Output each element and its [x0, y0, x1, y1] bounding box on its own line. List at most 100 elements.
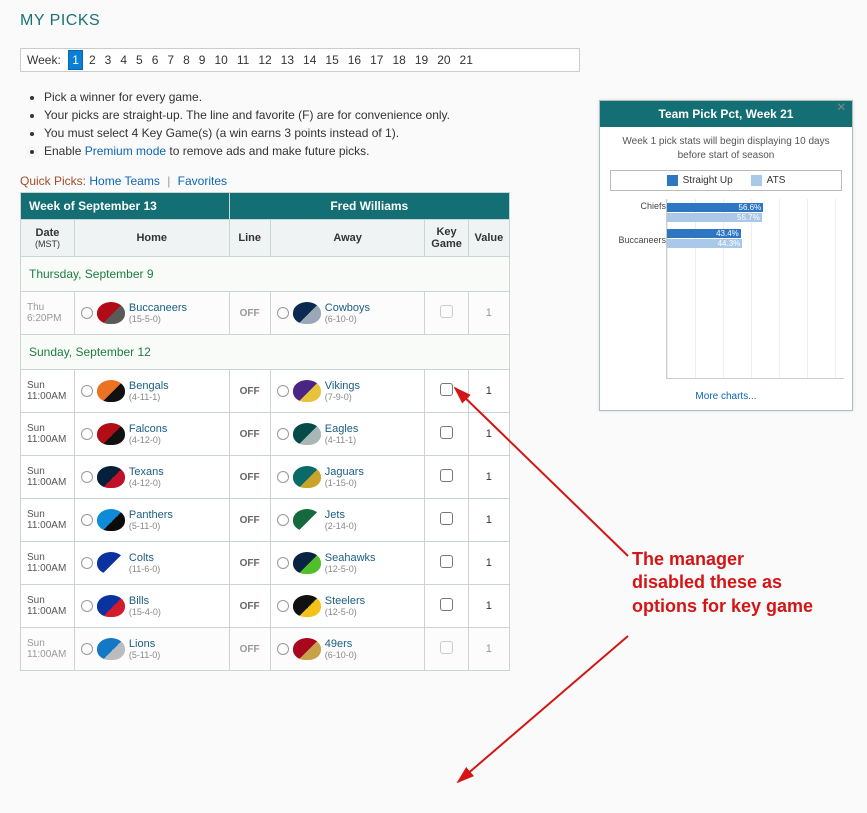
- team-logo-icon: [293, 380, 321, 402]
- week-8[interactable]: 8: [180, 51, 193, 69]
- game-row: Sun11:00AM Lions (5-11-0) OFF 49ers (6-1…: [21, 628, 510, 671]
- week-19[interactable]: 19: [412, 51, 431, 69]
- team-name: Cowboys: [325, 302, 370, 314]
- pick-home-radio[interactable]: [81, 385, 93, 397]
- chart-bar: 44.3%: [667, 239, 742, 248]
- team-name: Buccaneers: [129, 302, 187, 314]
- team-record: (1-15-0): [325, 478, 364, 488]
- game-time: Sun11:00AM: [21, 542, 75, 585]
- chart-y-label: Chiefs: [604, 201, 666, 225]
- chart-legend: Straight Up ATS: [610, 170, 842, 191]
- close-icon[interactable]: ×: [837, 99, 846, 117]
- key-game-checkbox[interactable]: [440, 383, 453, 396]
- annotation-text: The manager disabled these as options fo…: [632, 548, 822, 618]
- week-16[interactable]: 16: [345, 51, 364, 69]
- team-record: (2-14-0): [325, 521, 357, 531]
- week-21[interactable]: 21: [457, 51, 476, 69]
- pick-home-radio[interactable]: [81, 307, 93, 319]
- premium-link[interactable]: Premium mode: [85, 144, 166, 158]
- team-logo-icon: [97, 595, 125, 617]
- col-date: Date (MST): [21, 220, 75, 257]
- more-charts-link[interactable]: More charts...: [695, 391, 756, 402]
- key-game-checkbox: [440, 305, 453, 318]
- team-name: Bengals: [129, 380, 169, 392]
- game-value: 1: [468, 456, 509, 499]
- week-6[interactable]: 6: [149, 51, 162, 69]
- game-time: Sun11:00AM: [21, 456, 75, 499]
- game-row: Sun11:00AM Bengals (4-11-1) OFF Vikings …: [21, 370, 510, 413]
- team-record: (5-11-0): [129, 521, 173, 531]
- week-1[interactable]: 1: [68, 50, 83, 70]
- pick-home-radio[interactable]: [81, 428, 93, 440]
- week-7[interactable]: 7: [164, 51, 177, 69]
- day-header: Sunday, September 12: [21, 335, 510, 370]
- key-game-checkbox[interactable]: [440, 598, 453, 611]
- col-away: Away: [270, 220, 425, 257]
- game-value: 1: [468, 542, 509, 585]
- team-logo-icon: [97, 638, 125, 660]
- week-14[interactable]: 14: [300, 51, 319, 69]
- pick-home-radio[interactable]: [81, 514, 93, 526]
- header-week-of: Week of September 13: [21, 193, 230, 220]
- game-row: Thu6:20PM Buccaneers (15-5-0) OFF Cowboy…: [21, 292, 510, 335]
- week-17[interactable]: 17: [367, 51, 386, 69]
- page-title: MY PICKS: [20, 12, 847, 30]
- pick-home-radio[interactable]: [81, 471, 93, 483]
- pick-away-radio[interactable]: [277, 385, 289, 397]
- week-15[interactable]: 15: [322, 51, 341, 69]
- team-record: (6-10-0): [325, 650, 357, 660]
- pick-away-radio[interactable]: [277, 514, 289, 526]
- week-4[interactable]: 4: [117, 51, 130, 69]
- week-2[interactable]: 2: [86, 51, 99, 69]
- game-line: OFF: [229, 456, 270, 499]
- game-time: Sun11:00AM: [21, 499, 75, 542]
- col-value: Value: [468, 220, 509, 257]
- pick-away-radio[interactable]: [277, 600, 289, 612]
- chart-panel: × Team Pick Pct, Week 21 Week 1 pick sta…: [599, 100, 853, 411]
- team-record: (5-11-0): [129, 650, 160, 660]
- team-name: Colts: [129, 552, 160, 564]
- game-line: OFF: [229, 413, 270, 456]
- day-header: Thursday, September 9: [21, 257, 510, 292]
- quick-picks-favorites[interactable]: Favorites: [178, 174, 227, 188]
- week-18[interactable]: 18: [389, 51, 408, 69]
- week-label: Week:: [27, 53, 61, 67]
- pick-home-radio[interactable]: [81, 557, 93, 569]
- team-name: Texans: [129, 466, 164, 478]
- team-logo-icon: [293, 466, 321, 488]
- team-name: Vikings: [325, 380, 360, 392]
- game-line: OFF: [229, 628, 270, 671]
- week-9[interactable]: 9: [196, 51, 209, 69]
- game-time: Sun11:00AM: [21, 370, 75, 413]
- pick-home-radio[interactable]: [81, 600, 93, 612]
- week-12[interactable]: 12: [255, 51, 274, 69]
- key-game-checkbox[interactable]: [440, 555, 453, 568]
- week-10[interactable]: 10: [211, 51, 230, 69]
- pick-away-radio[interactable]: [277, 643, 289, 655]
- week-5[interactable]: 5: [133, 51, 146, 69]
- team-logo-icon: [293, 552, 321, 574]
- key-game-checkbox[interactable]: [440, 512, 453, 525]
- col-home: Home: [74, 220, 229, 257]
- team-logo-icon: [293, 302, 321, 324]
- quick-picks-home[interactable]: Home Teams: [89, 174, 159, 188]
- header-user: Fred Williams: [229, 193, 509, 220]
- key-game-checkbox[interactable]: [440, 426, 453, 439]
- week-13[interactable]: 13: [278, 51, 297, 69]
- pick-away-radio[interactable]: [277, 428, 289, 440]
- week-11[interactable]: 11: [234, 51, 252, 69]
- pick-away-radio[interactable]: [277, 471, 289, 483]
- game-line: OFF: [229, 542, 270, 585]
- week-20[interactable]: 20: [434, 51, 453, 69]
- pick-away-radio[interactable]: [277, 557, 289, 569]
- week-3[interactable]: 3: [102, 51, 115, 69]
- team-logo-icon: [97, 423, 125, 445]
- pick-away-radio[interactable]: [277, 307, 289, 319]
- pick-home-radio[interactable]: [81, 643, 93, 655]
- team-record: (4-12-0): [129, 435, 168, 445]
- game-time: Sun11:00AM: [21, 585, 75, 628]
- chart-subtitle: Week 1 pick stats will begin displaying …: [600, 127, 852, 170]
- key-game-checkbox[interactable]: [440, 469, 453, 482]
- team-name: Eagles: [325, 423, 359, 435]
- game-line: OFF: [229, 292, 270, 335]
